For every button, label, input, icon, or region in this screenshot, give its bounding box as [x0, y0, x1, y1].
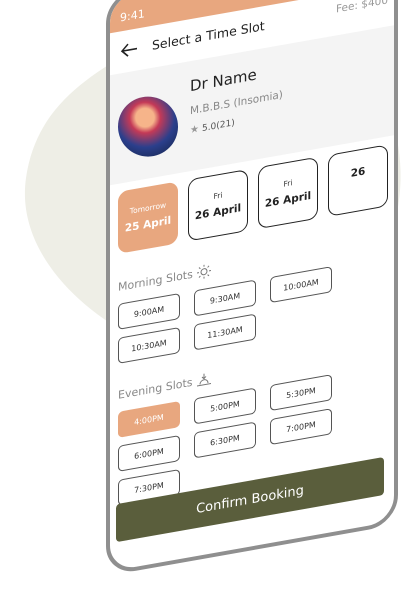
date-value: 26 April [194, 202, 242, 223]
star-icon: ★ [190, 123, 199, 137]
doctor-degree: M.B.B.S (Insomia) [190, 88, 283, 118]
time-slot[interactable]: 5:30PM [270, 374, 332, 412]
evening-slots-label: Evening Slots [118, 375, 193, 402]
sunset-icon [196, 373, 211, 387]
time-slot[interactable]: 6:30PM [194, 421, 256, 459]
date-card[interactable]: Fri 26 April [258, 156, 318, 230]
status-time: 9:41 [120, 7, 145, 25]
date-value: 26 April [264, 189, 312, 210]
time-slot[interactable]: 5:00PM [194, 387, 256, 425]
time-slot[interactable]: 11:30AM [194, 313, 256, 351]
consultation-fee: Fee: $400 [336, 0, 388, 16]
doctor-avatar [118, 96, 178, 157]
date-card[interactable]: 26 [328, 144, 388, 217]
time-slot[interactable]: 9:00AM [118, 292, 180, 330]
doctor-rating: ★ 5.0(21) [190, 117, 235, 136]
date-value: 26 [350, 165, 366, 180]
confirm-booking-button[interactable]: Confirm Booking [116, 456, 384, 543]
time-slot-selected[interactable]: 4:00PM [118, 400, 180, 438]
date-value: 25 April [124, 214, 172, 235]
screen: 9:41 Select a Time Slot Fee: $400 Dr Nam… [106, 0, 398, 576]
time-slot[interactable]: 6:00PM [118, 434, 180, 472]
phone-frame: 9:41 Select a Time Slot Fee: $400 Dr Nam… [106, 0, 398, 577]
date-card[interactable]: Fri 26 April [188, 168, 248, 242]
sun-icon [196, 264, 211, 279]
time-slot[interactable]: 10:30AM [118, 326, 180, 364]
morning-slots-label: Morning Slots [118, 267, 193, 294]
time-slot[interactable]: 7:00PM [270, 408, 332, 446]
doctor-name: Dr Name [190, 65, 257, 96]
date-card-tomorrow[interactable]: Tomorrow 25 April [118, 181, 178, 254]
page-title: Select a Time Slot [152, 18, 265, 53]
back-arrow-icon[interactable] [120, 40, 138, 59]
time-slot[interactable]: 10:00AM [270, 266, 332, 304]
time-slot[interactable]: 9:30AM [194, 279, 256, 317]
rating-value: 5.0(21) [201, 117, 235, 134]
